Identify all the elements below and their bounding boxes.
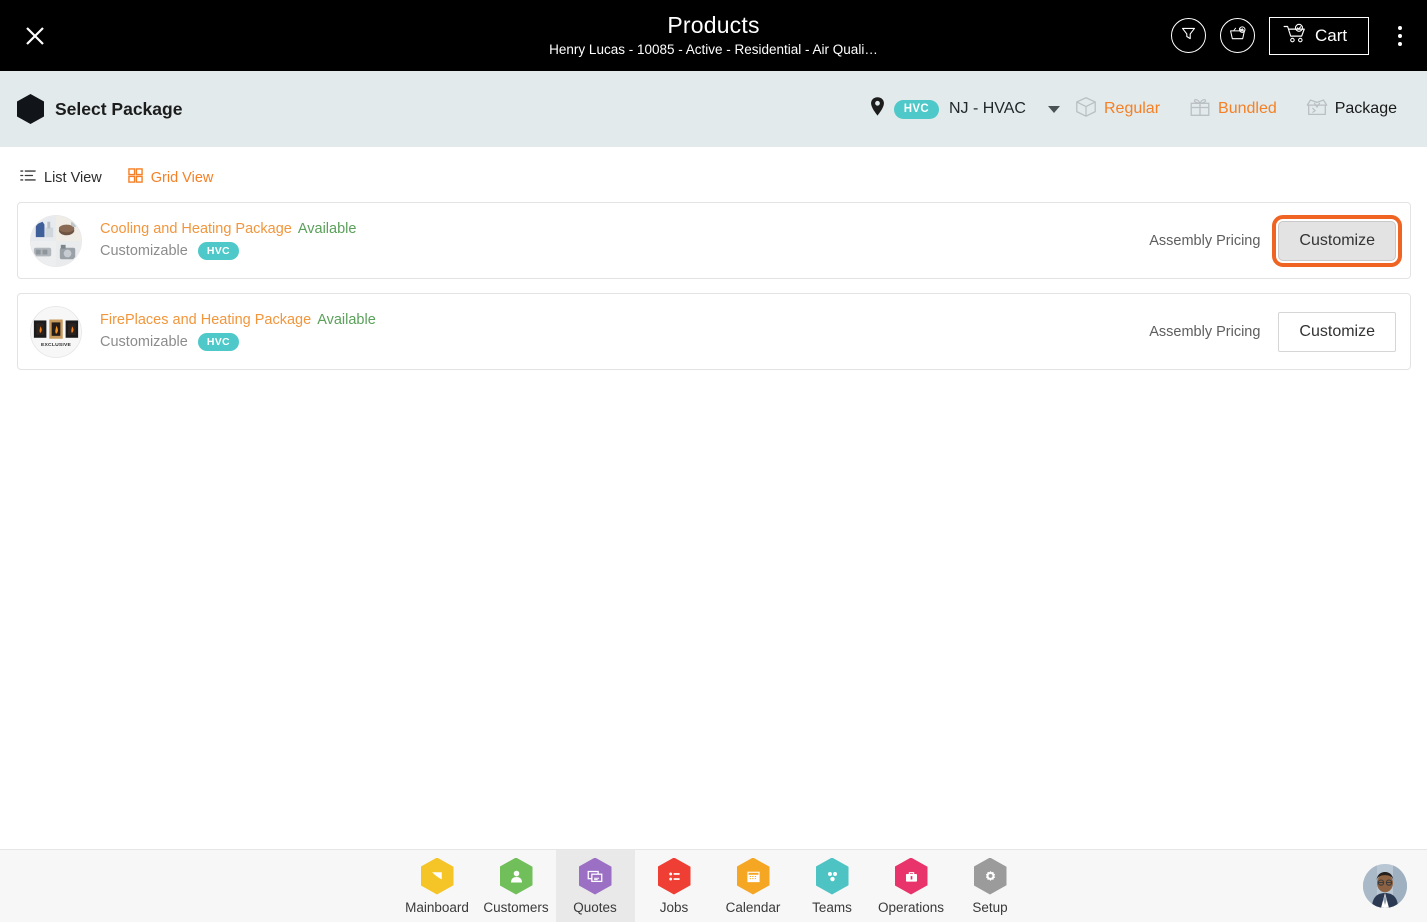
location-group: HVC [869, 96, 939, 122]
nav-item-operations[interactable]: Operations [872, 850, 951, 922]
teams-icon [815, 857, 849, 895]
hexagon-icon [17, 94, 44, 124]
subheader-left: Select Package [0, 94, 182, 124]
calendar-icon [736, 857, 770, 895]
product-actions: Assembly Pricing Customize [1149, 214, 1402, 267]
product-sub-row: Customizable HVC [100, 333, 376, 351]
shopping-cart-icon [1283, 23, 1308, 49]
grid-view-toggle[interactable]: Grid View [128, 168, 214, 188]
product-list: Cooling and Heating Package Available Cu… [17, 202, 1411, 384]
nav-item-quotes[interactable]: Quotes [555, 849, 635, 922]
product-customizable-label: Customizable [100, 334, 188, 350]
product-availability: Available [297, 221, 357, 237]
assembly-pricing-label: Assembly Pricing [1149, 323, 1261, 340]
operations-icon [894, 857, 928, 895]
location-pin-icon [869, 96, 886, 122]
page-subtitle: Henry Lucas - 10085 - Active - Residenti… [549, 42, 878, 57]
close-icon [22, 23, 48, 49]
box-3d-icon [1074, 95, 1098, 124]
product-badge: HVC [197, 333, 239, 351]
page-title: Products [667, 12, 760, 38]
nav-label-teams: Teams [812, 899, 852, 915]
product-title[interactable]: Cooling and Heating Package [100, 221, 292, 237]
add-to-basket-button[interactable] [1220, 18, 1255, 53]
customize-button[interactable]: Customize [1278, 311, 1396, 352]
chevron-down-icon [1047, 105, 1060, 113]
product-row[interactable]: Cooling and Heating Package Available Cu… [17, 202, 1411, 279]
type-tab-regular-label: Regular [1103, 100, 1161, 117]
nav-label-setup: Setup [972, 899, 1008, 915]
grid-view-label: Grid View [150, 170, 214, 186]
filter-button[interactable] [1171, 18, 1206, 53]
type-tab-package[interactable]: Package [1291, 89, 1411, 129]
svg-text:EXCLUSIVE: EXCLUSIVE [41, 341, 71, 347]
type-tab-regular[interactable]: Regular [1060, 89, 1174, 129]
nav-item-customers[interactable]: Customers [477, 850, 556, 922]
list-view-icon [20, 168, 36, 188]
product-availability: Available [317, 312, 376, 328]
kebab-menu-icon [1398, 33, 1402, 38]
product-text-block: Cooling and Heating Package Available Cu… [100, 221, 356, 260]
product-title-row: Cooling and Heating Package Available [100, 221, 356, 237]
gift-box-icon [1188, 95, 1212, 124]
quotes-icon [578, 857, 612, 895]
location-select[interactable]: NJ - HVAC [949, 100, 1060, 118]
top-header: Products Henry Lucas - 10085 - Active - … [0, 0, 1427, 71]
product-customizable-label: Customizable [100, 243, 188, 259]
subheader-right: HVC NJ - HVAC Regular Bundled Package [869, 89, 1427, 129]
product-sub-row: Customizable HVC [100, 242, 356, 260]
hvac-equipment-collage-thumbnail [30, 214, 82, 267]
type-tab-package-label: Package [1334, 100, 1397, 117]
product-row[interactable]: EXCLUSIVE FirePlaces and Heating Package… [17, 293, 1411, 370]
product-text-block: FirePlaces and Heating Package Available… [100, 312, 376, 351]
product-title[interactable]: FirePlaces and Heating Package [100, 312, 311, 328]
product-actions: Assembly Pricing Customize [1149, 311, 1396, 352]
product-badge: HVC [197, 242, 239, 260]
nav-label-operations: Operations [877, 899, 945, 915]
assembly-pricing-label: Assembly Pricing [1149, 232, 1261, 249]
kebab-menu-icon [1398, 25, 1402, 30]
nav-item-mainboard[interactable]: Mainboard [398, 850, 477, 922]
kebab-menu-icon [1398, 41, 1402, 46]
subheader-title: Select Package [55, 98, 183, 119]
customize-button[interactable]: Customize [1272, 214, 1402, 267]
grid-view-icon [128, 168, 143, 188]
filter-funnel-icon [1180, 25, 1197, 47]
mainboard-icon [420, 857, 454, 895]
bottom-nav-items: Mainboard Customers Quotes Jobs Calendar… [398, 849, 1030, 922]
cart-button[interactable]: Cart [1269, 16, 1369, 55]
jobs-icon [657, 857, 691, 895]
cart-button-label: Cart [1315, 25, 1348, 45]
select-package-bar: Select Package HVC NJ - HVAC Regular Bun… [0, 71, 1427, 147]
fireplaces-exclusive-thumbnail: EXCLUSIVE [30, 305, 82, 358]
nav-item-setup[interactable]: Setup [951, 850, 1030, 922]
header-actions: Cart [1171, 0, 1417, 71]
customers-icon [499, 857, 533, 895]
nav-item-teams[interactable]: Teams [793, 850, 872, 922]
list-view-label: List View [44, 170, 102, 186]
more-options-button[interactable] [1383, 13, 1417, 59]
view-toggle: List View Grid View [20, 168, 213, 188]
nav-item-calendar[interactable]: Calendar [714, 850, 793, 922]
list-view-toggle[interactable]: List View [20, 168, 102, 188]
bottom-navigation: Mainboard Customers Quotes Jobs Calendar… [0, 849, 1427, 922]
nav-label-customers: Customers [483, 899, 549, 915]
location-badge: HVC [893, 99, 939, 119]
nav-label-mainboard: Mainboard [405, 899, 469, 915]
setup-icon [973, 857, 1007, 895]
type-tab-bundled-label: Bundled [1218, 100, 1277, 117]
user-avatar[interactable] [1363, 864, 1407, 908]
open-package-icon [1305, 95, 1329, 124]
nav-label-jobs: Jobs [659, 899, 689, 915]
type-tab-bundled[interactable]: Bundled [1174, 89, 1291, 129]
product-title-row: FirePlaces and Heating Package Available [100, 312, 376, 328]
close-button[interactable] [0, 0, 70, 71]
location-select-value: NJ - HVAC [948, 100, 1026, 117]
add-to-basket-icon [1228, 24, 1247, 48]
nav-label-calendar: Calendar [725, 899, 781, 915]
nav-label-quotes: Quotes [573, 899, 617, 915]
nav-item-jobs[interactable]: Jobs [635, 850, 714, 922]
